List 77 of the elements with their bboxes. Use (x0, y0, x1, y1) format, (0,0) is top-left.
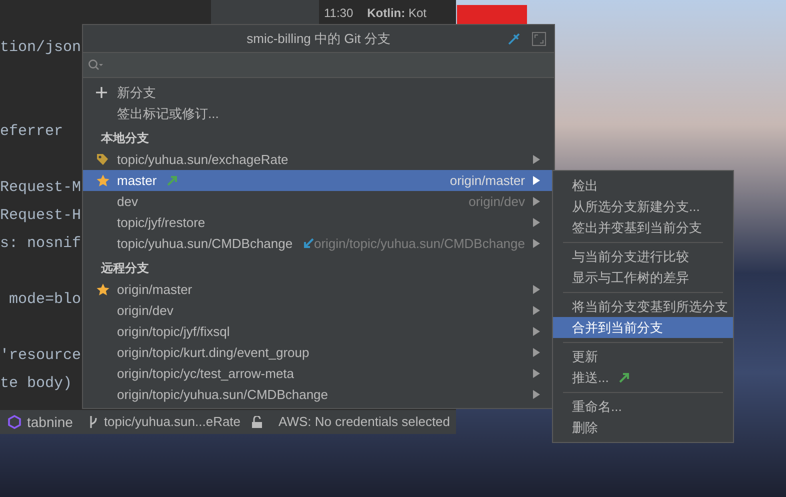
branch-item[interactable]: topic/yuhua.sun/exchageRate (83, 149, 554, 170)
branch-item[interactable]: origin/dev (83, 300, 554, 321)
branch-item[interactable]: origin/topic/yuhua.sun/CMDBchange (83, 384, 554, 405)
section-header: 本地分支 (100, 130, 150, 147)
menu-item[interactable]: 与当前分支进行比较 (553, 246, 733, 267)
code-line: s: nosnif (0, 234, 82, 254)
submenu-arrow-icon (533, 218, 540, 227)
code-line: tion/json (0, 38, 82, 58)
menu-item[interactable]: 将当前分支变基到所选分支 (553, 296, 733, 317)
menu-item[interactable]: 签出并变基到当前分支 (553, 217, 733, 238)
log-message: Kotlin: Kot (367, 4, 426, 22)
photo-stripe (457, 5, 527, 25)
menu-item[interactable]: 合并到当前分支 (553, 317, 733, 338)
menu-item[interactable]: 显示与工作树的差异 (553, 267, 733, 288)
submenu-arrow-icon (533, 390, 540, 399)
plus-icon (96, 87, 107, 98)
branch-name: origin/topic/jyf/fixsql (117, 322, 230, 341)
search-icon (88, 59, 104, 71)
branch-item[interactable]: origin/topic/kurt.ding/event_group (83, 342, 554, 363)
branch-name: origin/topic/kurt.ding/event_group (117, 344, 310, 362)
code-line: Request-H (0, 206, 82, 226)
menu-item[interactable]: 重命名... (553, 396, 733, 417)
submenu-arrow-icon (533, 306, 540, 315)
branch-name: master (117, 172, 157, 190)
menu-item[interactable]: 删除 (553, 417, 733, 438)
submenu-arrow-icon (533, 239, 540, 248)
plugin-name: tabnine (27, 412, 73, 432)
aws-status[interactable]: AWS: No credentials selected (278, 412, 450, 432)
section-header: 远程分支 (100, 260, 150, 277)
submenu-arrow-icon (533, 369, 540, 378)
outgoing-arrow-icon (618, 372, 630, 383)
submenu-arrow-icon (533, 197, 540, 206)
branch-item[interactable]: master origin/master (83, 170, 554, 191)
code-line: te body) (0, 374, 72, 394)
popup-title: smic-billing 中的 Git 分支 (246, 30, 390, 48)
code-line: eferrer (0, 122, 64, 142)
menu-item[interactable]: 更新 (553, 346, 733, 367)
branch-item[interactable]: topic/yuhua.sun/CMDBchange origin/topic/yuhua.sun/CMDBchange (83, 233, 554, 254)
search-field[interactable] (83, 53, 554, 78)
branch-name: topic/jyf/restore (117, 214, 206, 232)
lock-icon (250, 416, 263, 428)
incoming-arrow-icon (302, 238, 314, 249)
submenu-arrow-icon (533, 155, 540, 164)
submenu-arrow-icon (533, 285, 540, 294)
tracking-branch: origin/dev (468, 192, 525, 211)
branch-item[interactable]: origin/topic/jyf/fixsql (83, 321, 554, 342)
branch-item[interactable]: origin/master (83, 279, 554, 300)
branch-name: dev (117, 192, 138, 211)
current-branch[interactable]: topic/yuhua.sun...eRate (104, 412, 241, 432)
branch-icon (88, 415, 98, 429)
submenu-arrow-icon (533, 327, 540, 336)
restore-window-icon[interactable] (532, 32, 546, 46)
menu-item[interactable]: 从所选分支新建分支... (553, 196, 733, 217)
outgoing-arrow-icon (166, 175, 178, 186)
hexagon-logo-icon (8, 415, 21, 429)
submenu-arrow-icon (533, 176, 540, 185)
code-line: Request-M (0, 178, 82, 198)
menu-item[interactable]: 检出 (553, 175, 733, 196)
branch-name: topic/yuhua.sun/CMDBchange (117, 234, 293, 253)
tracking-branch: origin/topic/yuhua.sun/CMDBchange (314, 234, 525, 253)
branch-name: origin/topic/yc/test_arrow-meta (117, 364, 294, 383)
menu-item[interactable]: 推送... (553, 367, 733, 388)
branch-name: origin/master (117, 280, 192, 299)
branch-name: origin/topic/yuhua.sun/CMDBchange (117, 386, 328, 404)
branch-item[interactable]: topic/jyf/restore (83, 212, 554, 233)
code-line: 'resource (0, 346, 82, 366)
submenu-arrow-icon (533, 348, 540, 357)
log-time: 11:30 (324, 4, 354, 22)
pin-icon[interactable] (508, 32, 520, 44)
action-item[interactable]: 签出标记或修订... (83, 103, 554, 124)
branch-item[interactable]: dev origin/dev (83, 191, 554, 212)
branch-name: origin/dev (117, 302, 174, 320)
action-item[interactable]: 新分支 (83, 82, 554, 103)
tracking-branch: origin/master (450, 172, 525, 190)
branch-name: topic/yuhua.sun/exchageRate (117, 150, 288, 169)
branch-item[interactable]: origin/topic/yc/test_arrow-meta (83, 363, 554, 384)
code-line: mode=blo (8, 290, 82, 310)
